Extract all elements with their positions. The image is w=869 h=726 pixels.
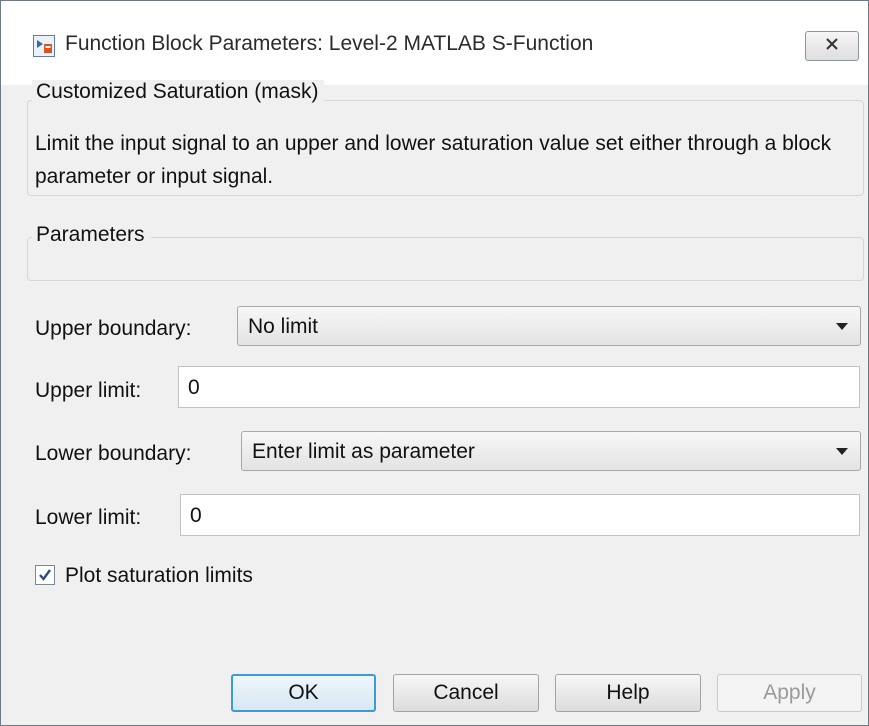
apply-button[interactable]: Apply — [717, 674, 862, 712]
mask-group-legend: Customized Saturation (mask) — [32, 80, 325, 104]
lower-limit-value: 0 — [190, 504, 202, 527]
parameters-group — [27, 237, 864, 281]
cancel-button[interactable]: Cancel — [393, 674, 539, 712]
lower-boundary-label: Lower boundary: — [35, 442, 192, 465]
upper-boundary-value: No limit — [248, 315, 319, 338]
lower-limit-label: Lower limit: — [35, 506, 142, 529]
dialog-window: Function Block Parameters: Level-2 MATLA… — [0, 0, 869, 726]
title-bar[interactable]: Function Block Parameters: Level-2 MATLA… — [1, 1, 868, 85]
plot-saturation-label[interactable]: Plot saturation limits — [65, 564, 253, 588]
chevron-down-icon — [836, 448, 848, 455]
simulink-block-icon — [33, 35, 55, 57]
plot-saturation-checkbox[interactable] — [35, 565, 55, 585]
upper-limit-input[interactable]: 0 — [178, 366, 860, 408]
upper-limit-value: 0 — [188, 376, 200, 399]
parameters-group-legend: Parameters — [32, 223, 151, 247]
help-button[interactable]: Help — [555, 674, 701, 712]
lower-boundary-value: Enter limit as parameter — [252, 440, 475, 463]
upper-boundary-select[interactable]: No limit — [237, 306, 861, 346]
upper-limit-label: Upper limit: — [35, 379, 142, 402]
close-icon — [825, 37, 839, 56]
chevron-down-icon — [836, 323, 848, 330]
window-title: Function Block Parameters: Level-2 MATLA… — [65, 32, 594, 55]
lower-limit-input[interactable]: 0 — [180, 494, 860, 536]
upper-boundary-label: Upper boundary: — [35, 317, 192, 340]
lower-boundary-select[interactable]: Enter limit as parameter — [241, 431, 861, 471]
mask-description: Limit the input signal to an upper and l… — [35, 132, 832, 188]
ok-button[interactable]: OK — [231, 674, 376, 712]
close-button[interactable] — [805, 31, 859, 61]
